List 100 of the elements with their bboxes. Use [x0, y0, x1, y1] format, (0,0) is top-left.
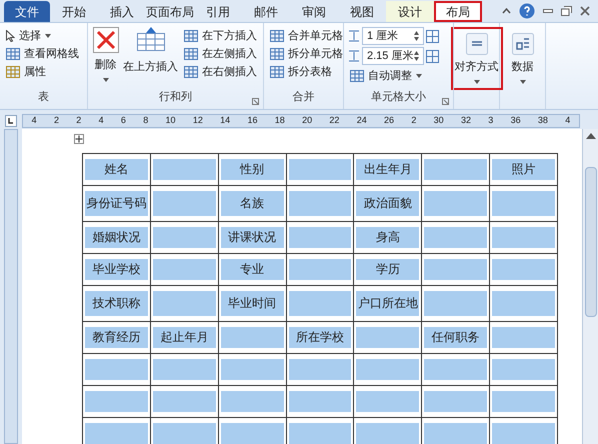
table-cell[interactable] — [490, 186, 558, 222]
table-cell[interactable] — [422, 386, 490, 418]
ribbon-collapse-icon[interactable] — [502, 8, 511, 14]
autofit-button[interactable]: 自动调整 — [348, 67, 439, 85]
distribute-columns-icon[interactable] — [426, 50, 439, 62]
table-cell[interactable] — [490, 354, 558, 386]
table-cell[interactable] — [150, 386, 219, 418]
table-cell[interactable] — [150, 254, 219, 286]
select-button[interactable]: 选择 — [4, 27, 81, 45]
ribbon-tab[interactable]: 视图 — [338, 1, 386, 22]
merge-cells-button[interactable]: 合并单元格 — [268, 27, 345, 45]
table-cell[interactable] — [490, 386, 558, 418]
table-cell[interactable] — [354, 386, 422, 418]
table-cell[interactable] — [354, 322, 422, 354]
table-cell[interactable] — [490, 222, 558, 254]
spin-field[interactable]: 2.15 厘米 — [362, 47, 424, 65]
minimize-icon[interactable] — [543, 9, 553, 13]
caret-icon — [474, 80, 480, 84]
ribbon-tab[interactable]: 引用 — [194, 1, 242, 22]
table-cell[interactable] — [83, 386, 151, 418]
table-cell[interactable] — [422, 286, 490, 322]
spin-field[interactable]: 1 厘米 — [362, 27, 424, 45]
tab-stop-icon[interactable] — [5, 115, 17, 127]
data-button[interactable]: 数据 — [508, 27, 538, 90]
table-cell[interactable] — [422, 418, 490, 444]
table-icon — [6, 48, 20, 60]
distribute-rows-icon[interactable] — [426, 30, 439, 42]
ruler-number: 20 — [302, 114, 312, 128]
table-cell[interactable] — [218, 354, 287, 386]
vertical-scrollbar[interactable] — [582, 129, 598, 444]
table-cell[interactable] — [490, 286, 558, 322]
table-cell[interactable] — [422, 354, 490, 386]
ribbon-tab[interactable]: 文件 — [4, 1, 50, 22]
split-table-button[interactable]: 拆分表格 — [268, 63, 345, 81]
table-cell[interactable] — [286, 154, 354, 186]
ribbon-tab[interactable]: 设计 — [386, 1, 434, 22]
delete-button[interactable]: 删除 — [92, 27, 119, 88]
insert-button[interactable]: 在下方插入 — [182, 27, 259, 45]
help-icon[interactable] — [519, 3, 535, 19]
table-cell[interactable] — [83, 418, 151, 444]
ribbon-tab[interactable]: 邮件 — [242, 1, 290, 22]
table-insert-icon — [184, 48, 198, 60]
ribbon-tab[interactable]: 审阅 — [290, 1, 338, 22]
table-cell[interactable] — [150, 354, 219, 386]
table-cell[interactable] — [422, 222, 490, 254]
table-cell[interactable] — [490, 322, 558, 354]
table-cell[interactable] — [150, 418, 219, 444]
alignment-button[interactable]: 对齐方式 — [450, 27, 502, 90]
table-cell[interactable] — [218, 322, 287, 354]
table-cell[interactable] — [150, 222, 219, 254]
ruler-number: 2 — [411, 114, 416, 128]
ruler-number: 8 — [143, 114, 148, 128]
ribbon-tab[interactable]: 开始 — [50, 1, 98, 22]
insert-above-button[interactable]: 在上方插入 — [123, 27, 178, 88]
table-cell[interactable] — [286, 386, 354, 418]
ruler-number: 26 — [384, 114, 394, 128]
caret-icon — [45, 34, 51, 38]
dialog-launcher-icon[interactable] — [252, 98, 259, 105]
table-cell[interactable] — [150, 154, 219, 186]
table-cell[interactable] — [354, 418, 422, 444]
ribbon-tab[interactable]: 布局 — [434, 1, 482, 22]
table-cell[interactable] — [354, 354, 422, 386]
scroll-up-icon[interactable] — [586, 133, 596, 139]
ribbon-tab[interactable]: 插入 — [98, 1, 146, 22]
table-cell[interactable] — [286, 354, 354, 386]
alignment-icon — [466, 33, 488, 55]
ruler-number: 3 — [488, 114, 494, 128]
group-label: 表 — [38, 90, 49, 104]
table-cell[interactable] — [218, 418, 287, 444]
table-cell[interactable] — [286, 222, 354, 254]
table-cell[interactable] — [150, 186, 219, 222]
group-label: 行和列 — [159, 90, 192, 104]
ruler-number: 2 — [54, 114, 59, 128]
dialog-launcher-icon[interactable] — [442, 98, 449, 105]
table-cell[interactable] — [286, 254, 354, 286]
table-cell[interactable] — [490, 254, 558, 286]
table-cell[interactable] — [218, 386, 287, 418]
table-cell[interactable] — [286, 286, 354, 322]
table-cell[interactable] — [286, 186, 354, 222]
gridlines-button[interactable]: 查看网格线 — [4, 45, 81, 63]
ribbon-tab[interactable]: 页面布局 — [146, 1, 194, 22]
properties-button[interactable]: 属性 — [4, 63, 81, 81]
split-cells-button[interactable]: 拆分单元格 — [268, 45, 345, 63]
table-cell[interactable] — [150, 286, 219, 322]
restore-icon[interactable] — [561, 6, 572, 16]
ruler-number: 6 — [120, 114, 126, 128]
table-move-handle-icon[interactable] — [74, 134, 84, 144]
table-cell[interactable] — [490, 418, 558, 444]
table-cell[interactable] — [422, 154, 490, 186]
insert-button[interactable]: 在左侧插入 — [182, 45, 259, 63]
insert-button[interactable]: 在右侧插入 — [182, 63, 259, 81]
close-icon[interactable] — [580, 6, 590, 16]
table-cell[interactable] — [422, 254, 490, 286]
table-cell[interactable] — [83, 354, 151, 386]
table-cell[interactable] — [286, 418, 354, 444]
ruler-number: 32 — [460, 114, 471, 128]
ruler-number: 16 — [247, 114, 258, 128]
ruler-number: 36 — [510, 114, 521, 128]
scroll-thumb[interactable] — [584, 167, 596, 317]
table-cell[interactable] — [422, 186, 490, 222]
